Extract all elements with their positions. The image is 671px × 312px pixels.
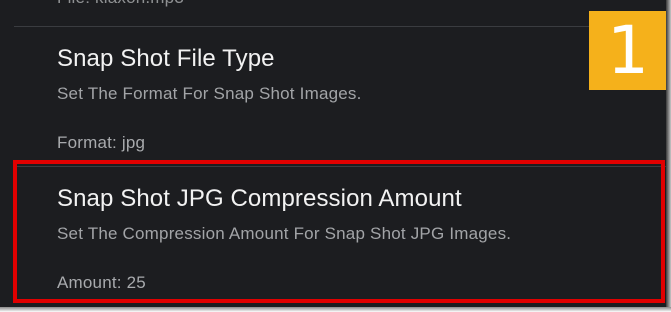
previous-setting-value: File: klaxon.mp3 [57, 0, 184, 8]
divider [14, 26, 666, 27]
highlight-box [13, 160, 665, 303]
callout-number-badge: 1 [589, 11, 667, 90]
panel-shadow [0, 307, 671, 312]
panel-shadow [666, 0, 671, 307]
setting-title: Snap Shot File Type [57, 45, 275, 72]
settings-panel: File: klaxon.mp3 Snap Shot File Type Set… [0, 0, 671, 307]
setting-description: Set The Format For Snap Shot Images. [57, 84, 362, 103]
setting-value: Format: jpg [57, 133, 146, 152]
